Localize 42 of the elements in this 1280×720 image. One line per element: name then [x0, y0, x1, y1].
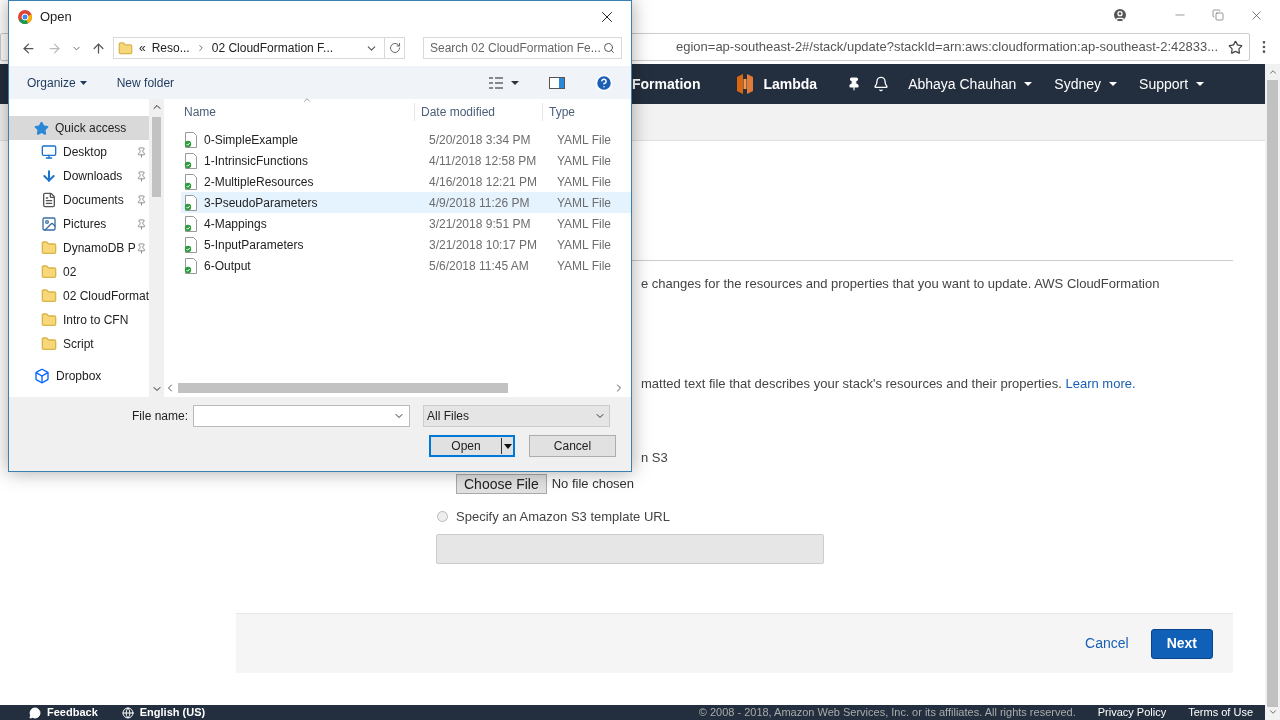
file-status-text: No file chosen	[551, 474, 635, 493]
file-name: 3-PseudoParameters	[204, 194, 319, 212]
file-date: 5/6/2018 11:45 AM	[429, 257, 530, 275]
nav-pane-label: DynamoDB P	[63, 240, 136, 257]
file-date: 4/11/2018 12:58 PM	[429, 152, 538, 170]
file-name-label: File name:	[130, 408, 189, 425]
file-date: 3/21/2018 10:17 PM	[429, 236, 539, 254]
nav-pane-label: Pictures	[63, 216, 107, 233]
radio-label: Specify an Amazon S3 template URL	[456, 507, 670, 526]
file-name: 6-Output	[204, 257, 252, 275]
url-text: egion=ap-southeast-2#/stack/update?stackId=arn:aws:cloudformation:ap-southeast-2:42833...	[676, 38, 1218, 57]
dialog-title: Open	[40, 8, 72, 27]
file-type: YAML File	[557, 173, 611, 191]
nav-pane-label: 02 CloudFormat	[62, 288, 149, 305]
file-name: 4-Mappings	[204, 215, 268, 233]
file-name: 5-InputParameters	[204, 236, 305, 254]
file-type: YAML File	[557, 152, 611, 170]
nav-pane-label: Downloads	[63, 168, 123, 185]
upload-option-label: n S3	[641, 449, 669, 467]
nav-pane-label: Script	[63, 336, 94, 353]
file-type: YAML File	[557, 215, 611, 233]
nav-pane-label: Documents	[63, 192, 124, 209]
file-date: 3/21/2018 9:51 PM	[429, 215, 532, 233]
description-text: matted text file that describes your stack's resources and their properties.	[641, 375, 1062, 391]
file-type: YAML File	[557, 194, 611, 212]
file-name: 0-SimpleExample	[204, 131, 300, 149]
copyright-text: © 2008 - 2018, Amazon Web Services, Inc. or its affiliates. All rights reserved.	[698, 707, 1076, 718]
nav-pane-label: Dropbox	[56, 368, 102, 385]
nav-pane-label: Desktop	[63, 144, 108, 161]
file-date: 5/20/2018 3:34 PM	[429, 131, 532, 149]
nav-pane-label: Quick access	[55, 120, 127, 137]
path-overflow: «	[139, 40, 146, 57]
file-type: YAML File	[557, 257, 611, 275]
file-type: YAML File	[557, 236, 611, 254]
file-name: 1-IntrinsicFunctions	[204, 152, 310, 170]
description-text: e changes for the resources and properties that you want to update. AWS CloudFormation	[641, 275, 1161, 293]
file-type: YAML File	[557, 131, 611, 149]
file-date: 4/16/2018 12:21 PM	[429, 173, 539, 191]
file-name: 2-MultipleResources	[204, 173, 315, 191]
nav-pane-label: 02	[63, 264, 77, 281]
file-date: 4/9/2018 11:26 PM	[429, 194, 531, 212]
nav-pane-label: Intro to CFN	[63, 312, 129, 329]
